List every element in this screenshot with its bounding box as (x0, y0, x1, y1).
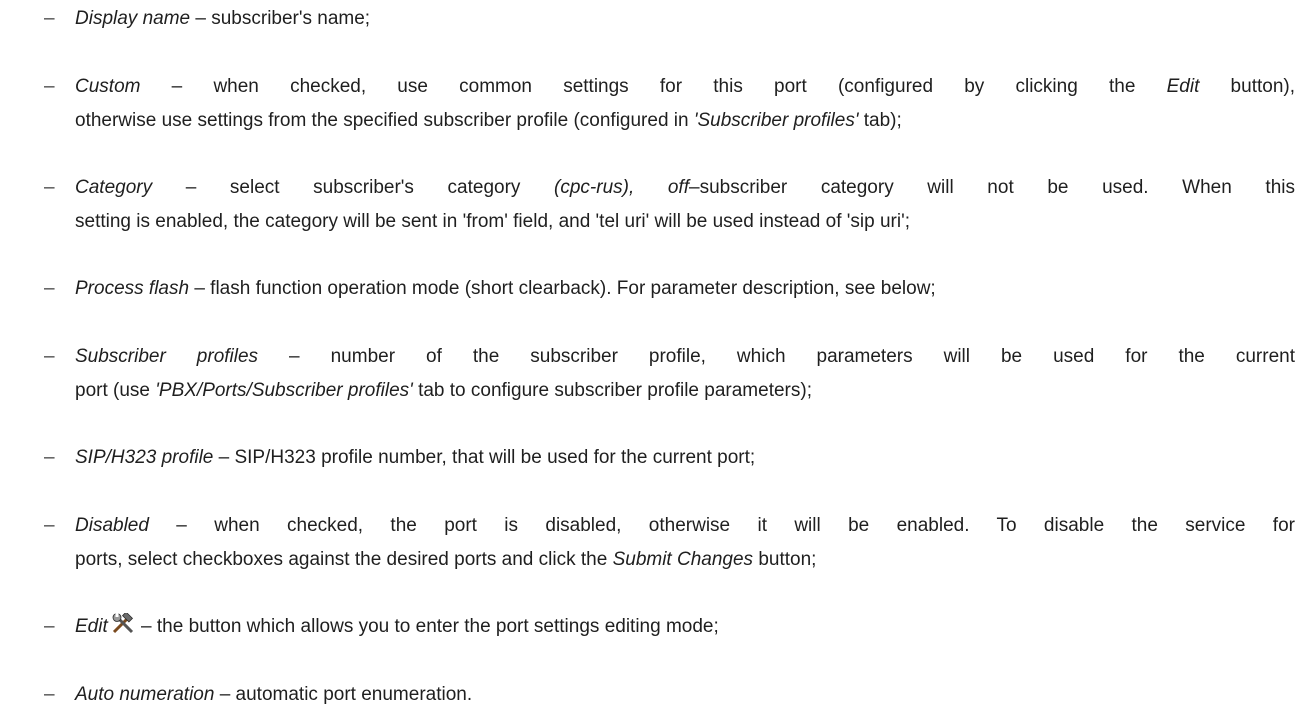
desc-process-flash: flash function operation mode (short cle… (210, 278, 936, 299)
term-edit: Edit (75, 616, 108, 637)
list-item-text: Process flash – flash function operation… (75, 278, 936, 299)
list-bullet: – (44, 177, 55, 198)
desc-display-name: subscriber's name; (211, 8, 371, 29)
list-item-text: Subscriber profiles – number of the subs… (75, 346, 1295, 401)
term-subscriber-profiles: Subscriber profiles (75, 346, 259, 367)
list-bullet: – (44, 346, 55, 367)
list-item-text: Disabled – when checked, the port is dis… (75, 515, 1295, 570)
desc-edit: the button which allows you to enter the… (156, 616, 719, 637)
list-bullet: – (44, 76, 55, 97)
list-bullet: – (44, 515, 55, 536)
list-bullet: – (44, 616, 55, 637)
list-item-text: SIP/H323 profile – SIP/H323 profile numb… (75, 447, 756, 468)
list-item-text: Display name – subscriber's name; (75, 8, 371, 29)
term-custom: Custom (75, 76, 141, 97)
desc-sip-h323-profile: SIP/H323 profile number, that will be us… (234, 447, 756, 468)
term-display-name: Display name (75, 8, 191, 29)
term-auto-numeration: Auto numeration (75, 684, 215, 705)
list-bullet: – (44, 8, 55, 29)
list-item-text: Category – select subscriber's category … (75, 177, 1295, 232)
list-item-text: Auto numeration – automatic port enumera… (75, 684, 473, 705)
term-process-flash: Process flash (75, 278, 190, 299)
tools-icon (110, 611, 136, 635)
term-category: Category (75, 177, 153, 198)
list-bullet: – (44, 447, 55, 468)
definition-list: – Display name – subscriber's name; – Cu… (0, 0, 1315, 726)
list-item-text: Custom – when checked, use common settin… (75, 76, 1295, 131)
term-disabled: Disabled (75, 515, 149, 536)
list-item-text: Edit – the button which allows you to en… (75, 610, 1295, 644)
list-bullet: – (44, 278, 55, 299)
term-sip-h323-profile: SIP/H323 profile (75, 447, 214, 468)
list-bullet: – (44, 684, 55, 705)
desc-auto-numeration: automatic port enumeration. (235, 684, 473, 705)
